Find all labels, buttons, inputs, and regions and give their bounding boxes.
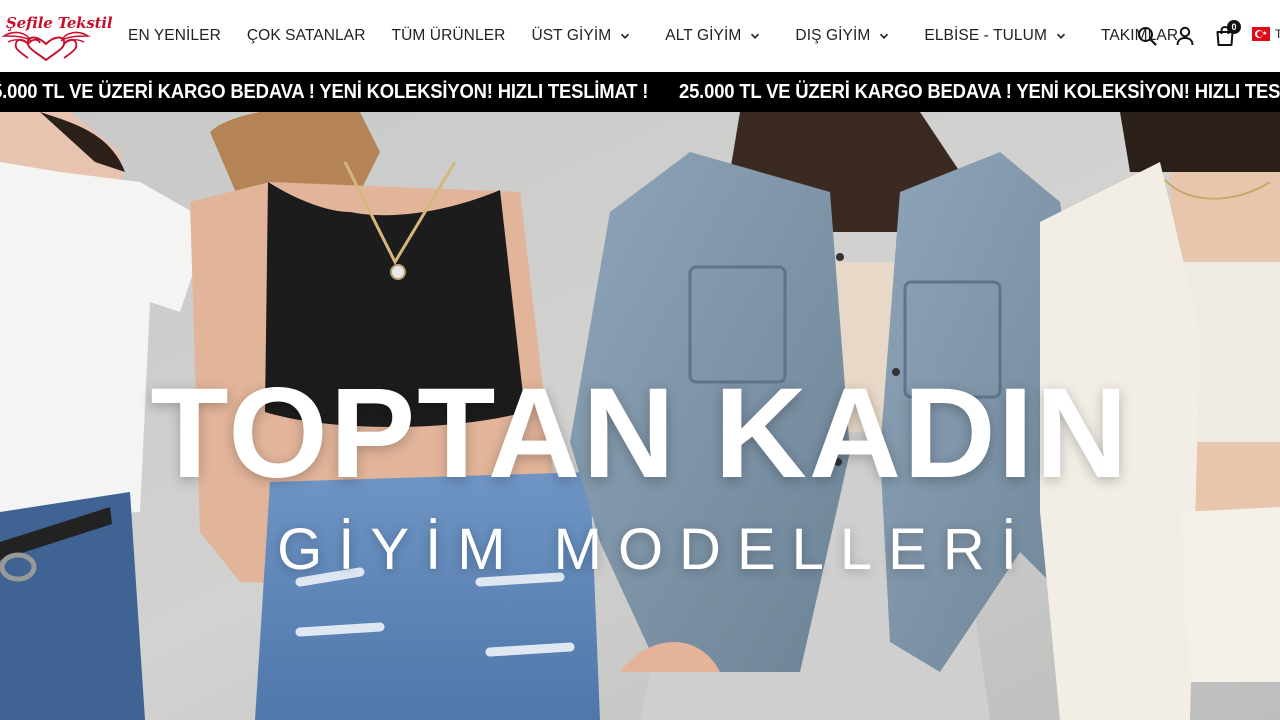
announcement-text: 25.000 TL VE ÜZERİ KARGO BEDAVA ! YENİ K… (679, 80, 1280, 103)
nav-item-alt-giyim[interactable]: ALT GİYİM (665, 27, 760, 45)
main-navigation: EN YENİLER ÇOK SATANLAR TÜM ÜRÜNLER ÜST … (128, 0, 1178, 72)
nav-item-elbise-tulum[interactable]: ELBİSE - TULUM (924, 27, 1066, 45)
language-selector[interactable]: ★ T (1252, 27, 1280, 41)
nav-item-tum-urunler[interactable]: TÜM ÜRÜNLER (392, 27, 506, 45)
search-icon[interactable] (1135, 24, 1159, 48)
hero-banner[interactable]: TOPTAN KADIN GİYİM MODELLERİ (0, 112, 1280, 720)
nav-item-en-yeniler[interactable]: EN YENİLER (128, 27, 221, 45)
nav-item-label: ÇOK SATANLAR (246, 27, 366, 44)
hero-title: TOPTAN KADIN (150, 362, 1130, 505)
chevron-down-icon (1056, 33, 1066, 39)
hearts-wings-icon (1, 31, 91, 62)
nav-item-label: EN YENİLER (128, 27, 221, 44)
language-label: T (1275, 27, 1280, 41)
nav-item-label: DIŞ GİYİM (795, 27, 871, 44)
nav-item-label: ÜST GİYİM (531, 27, 612, 44)
announcement-text: 25.000 TL VE ÜZERİ KARGO BEDAVA ! YENİ K… (0, 80, 649, 103)
user-icon[interactable] (1173, 24, 1197, 48)
brand-logo[interactable]: Şefile Tekstil (0, 8, 113, 64)
turkey-flag-icon: ★ (1252, 27, 1270, 41)
announcement-bar: 25.000 TL VE ÜZERİ KARGO BEDAVA ! YENİ K… (0, 72, 1280, 112)
nav-item-label: ELBİSE - TULUM (924, 27, 1047, 44)
nav-item-ust-giyim[interactable]: ÜST GİYİM (531, 27, 630, 45)
hero-subtitle: GİYİM MODELLERİ (277, 517, 1033, 582)
nav-item-dis-giyim[interactable]: DIŞ GİYİM (795, 27, 889, 45)
cart-button[interactable]: 0 (1213, 20, 1241, 48)
chevron-down-icon (621, 33, 630, 39)
nav-item-cok-satanlar[interactable]: ÇOK SATANLAR (247, 27, 366, 45)
site-header: Şefile Tekstil EN YENİLER ÇOK SATANLAR T… (0, 0, 1280, 72)
cart-count-badge: 0 (1227, 20, 1241, 34)
announcement-marquee: 25.000 TL VE ÜZERİ KARGO BEDAVA ! YENİ K… (0, 72, 1280, 112)
chevron-down-icon (880, 33, 889, 39)
chevron-down-icon (751, 33, 760, 39)
nav-item-label: ALT GİYİM (665, 27, 742, 44)
nav-item-label: TÜM ÜRÜNLER (391, 27, 506, 44)
